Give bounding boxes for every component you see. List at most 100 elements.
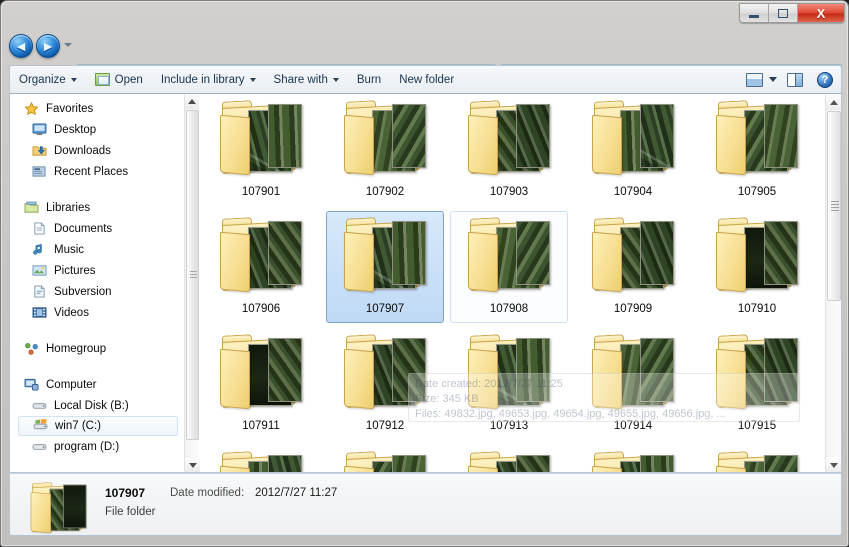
sidebar-label-win7-c: win7 (C:) <box>55 420 102 432</box>
folder-item[interactable]: 107902 <box>326 94 444 206</box>
share-with-button[interactable]: Share with <box>265 66 348 93</box>
content-area: Favorites Desktop Downloads Recent Place… <box>9 94 842 473</box>
sidebar-scrollbar-thumb[interactable] <box>186 110 199 440</box>
folder-item[interactable]: 107910 <box>698 211 816 323</box>
forward-button[interactable]: ► <box>36 34 60 58</box>
preview-pane-icon[interactable] <box>787 72 803 87</box>
folder-item[interactable] <box>202 445 320 472</box>
sidebar-item-win7-c[interactable]: win7 (C:) <box>18 416 178 436</box>
status-date-modified-value: 2012/7/27 11:27 <box>255 487 338 499</box>
help-icon[interactable]: ? <box>817 71 833 88</box>
scrollbar-thumb[interactable] <box>827 111 841 301</box>
folder-item[interactable]: 107915 <box>698 328 816 440</box>
back-arrow-icon: ◄ <box>14 38 28 54</box>
sidebar-scroll-down-button[interactable] <box>185 458 200 472</box>
file-list-pane[interactable]: 107901 107902 107903 107904 107905 107906 1079… <box>200 94 825 472</box>
sidebar-label-program-d: program (D:) <box>54 440 120 453</box>
sidebar-item-documents[interactable]: Documents <box>10 218 184 239</box>
desktop-icon <box>32 122 48 137</box>
folder-item[interactable]: 107906 <box>202 211 320 323</box>
folder-item[interactable] <box>450 445 568 472</box>
folder-item[interactable]: 107901 <box>202 94 320 206</box>
sidebar-item-recent-places[interactable]: Recent Places <box>10 161 184 182</box>
folder-item[interactable] <box>326 445 444 472</box>
close-button[interactable]: X <box>798 4 844 22</box>
sidebar-group-computer: Computer Local Disk (B:) win7 (C:) progr… <box>10 374 184 457</box>
folder-icon <box>592 451 674 472</box>
folder-item[interactable]: 107908 <box>450 211 568 323</box>
sidebar-item-local-disk-b[interactable]: Local Disk (B:) <box>10 395 184 416</box>
star-icon <box>24 101 40 116</box>
folder-icon <box>344 100 426 176</box>
folder-item[interactable]: 107913 <box>450 328 568 440</box>
folder-item[interactable]: 107909 <box>574 211 692 323</box>
include-in-library-button[interactable]: Include in library <box>152 66 265 93</box>
folder-item[interactable] <box>698 445 816 472</box>
minimize-icon <box>749 15 759 18</box>
sidebar-item-music[interactable]: Music <box>10 239 184 260</box>
folder-item[interactable]: 107914 <box>574 328 692 440</box>
folder-item[interactable]: 107903 <box>450 94 568 206</box>
sidebar-item-program-d[interactable]: program (D:) <box>10 436 184 457</box>
sidebar-scrollbar[interactable] <box>184 94 200 472</box>
sidebar-item-libraries[interactable]: Libraries <box>10 197 184 218</box>
folder-item[interactable]: 107905 <box>698 94 816 206</box>
new-folder-label: New folder <box>399 73 455 86</box>
sidebar-item-subversion[interactable]: Subversion <box>10 281 184 302</box>
sidebar-label-downloads: Downloads <box>54 144 111 157</box>
history-dropdown-icon[interactable] <box>64 43 72 47</box>
minimize-button[interactable] <box>740 4 769 22</box>
change-view-icon[interactable] <box>746 72 763 87</box>
folder-icon <box>716 334 798 410</box>
scroll-up-button[interactable] <box>826 94 841 110</box>
sidebar-item-homegroup[interactable]: Homegroup <box>10 338 184 359</box>
sidebar-item-computer[interactable]: Computer <box>10 374 184 395</box>
sidebar-scroll-up-button[interactable] <box>185 94 199 109</box>
folder-label: 107906 <box>241 303 281 315</box>
folder-item[interactable]: 107912 <box>326 328 444 440</box>
forward-arrow-icon: ► <box>41 38 55 54</box>
chevron-up-icon <box>188 99 196 104</box>
folder-icon <box>468 100 550 176</box>
sidebar-item-videos[interactable]: Videos <box>10 302 184 323</box>
folder-item[interactable]: 107907 <box>326 211 444 323</box>
folder-label: 107914 <box>613 420 653 432</box>
file-pane-scrollbar[interactable] <box>825 94 841 472</box>
scroll-down-button[interactable] <box>826 457 841 472</box>
sidebar-label-documents: Documents <box>54 222 113 235</box>
organize-label: Organize <box>19 73 66 86</box>
maximize-icon <box>778 9 788 18</box>
folder-label: 107909 <box>613 303 653 315</box>
open-button[interactable]: Open <box>86 66 152 93</box>
sidebar-group-libraries: Libraries Documents Music Pictures Subve… <box>10 197 184 323</box>
sidebar-item-desktop[interactable]: Desktop <box>10 119 184 140</box>
folder-icon <box>344 334 426 410</box>
sidebar-item-pictures[interactable]: Pictures <box>10 260 184 281</box>
folder-label: 107911 <box>242 420 280 432</box>
close-icon: X <box>816 6 826 21</box>
chevron-down-icon-view[interactable] <box>769 77 777 82</box>
maximize-button[interactable] <box>769 4 798 22</box>
folder-icon <box>220 334 302 410</box>
folder-icon <box>592 217 674 293</box>
back-button[interactable]: ◄ <box>9 34 33 58</box>
sidebar-item-favorites[interactable]: Favorites <box>10 98 184 119</box>
organize-button[interactable]: Organize <box>10 66 86 93</box>
sidebar-label-libraries: Libraries <box>46 201 91 214</box>
folder-label: 107913 <box>489 420 529 432</box>
folder-label: 107910 <box>737 303 777 315</box>
navigation-pane[interactable]: Favorites Desktop Downloads Recent Place… <box>10 94 184 472</box>
drive-icon <box>32 399 48 413</box>
folder-item[interactable]: 107904 <box>574 94 692 206</box>
open-folder-icon <box>94 73 110 86</box>
status-date-modified-label: Date modified: <box>170 487 245 499</box>
sidebar-label-local-disk-b: Local Disk (B:) <box>54 399 129 412</box>
new-folder-button[interactable]: New folder <box>390 66 463 93</box>
folder-item[interactable] <box>574 445 692 472</box>
folder-item[interactable]: 107911 <box>202 328 320 440</box>
burn-button[interactable]: Burn <box>348 66 390 93</box>
scrollbar-grip-icon <box>190 271 197 279</box>
sidebar-item-downloads[interactable]: Downloads <box>10 140 184 161</box>
